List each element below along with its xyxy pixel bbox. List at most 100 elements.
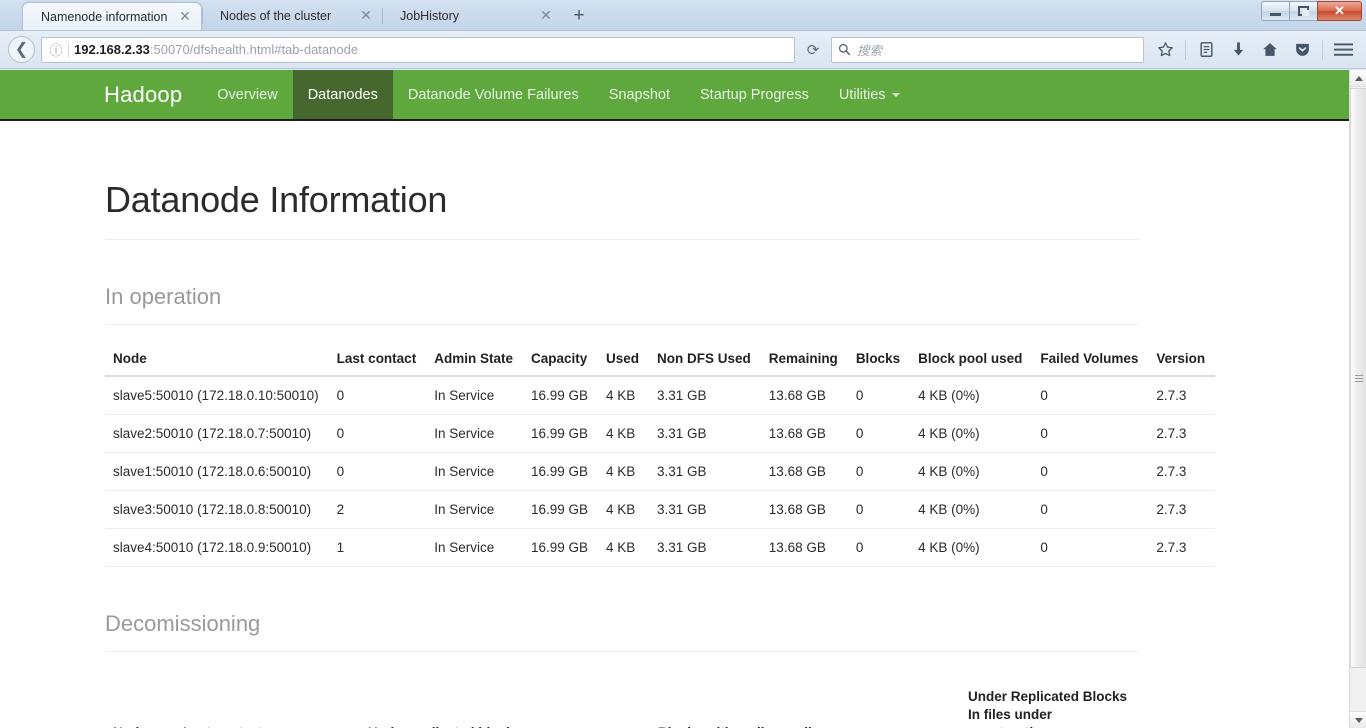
col-version: Version bbox=[1148, 343, 1216, 377]
new-tab-button[interactable]: + bbox=[566, 4, 592, 30]
decommissioning-table-head: Node Last contact Under replicated block… bbox=[105, 682, 1140, 728]
cell-blocks: 0 bbox=[847, 490, 911, 529]
menu-hamburger-icon[interactable] bbox=[1328, 36, 1358, 64]
minimize-icon bbox=[1270, 12, 1281, 16]
cell-admin-state: In Service bbox=[426, 452, 523, 491]
url-path: :50070/dfshealth.html#tab-datanode bbox=[149, 42, 359, 57]
table-row[interactable]: slave4:50010 (172.18.0.9:50010) 1 In Ser… bbox=[105, 528, 1216, 567]
toolbar-divider bbox=[1322, 39, 1323, 60]
up-arrow-icon bbox=[1354, 75, 1363, 81]
table-header-row: Node Last contact Admin State Capacity U… bbox=[105, 343, 1216, 377]
restore-icon bbox=[1298, 6, 1309, 16]
cell-admin-state: In Service bbox=[426, 376, 523, 415]
col-header-line1: Under Replicated Blocks bbox=[968, 689, 1128, 704]
col-under-replicated-blocks-in-files-under-construction: Under Replicated Blocks In files under c… bbox=[960, 682, 1140, 728]
cell-version: 2.7.3 bbox=[1148, 452, 1216, 491]
cell-block-pool-used: 4 KB (0%) bbox=[910, 490, 1033, 529]
col-used: Used bbox=[598, 343, 650, 377]
nav-item-datanode-volume-failures[interactable]: Datanode Volume Failures bbox=[393, 70, 594, 119]
col-node: Node bbox=[105, 682, 175, 728]
page-root: Hadoop Overview Datanodes Datanode Volum… bbox=[0, 70, 1350, 728]
cell-admin-state: In Service bbox=[426, 414, 523, 453]
cell-capacity: 16.99 GB bbox=[522, 528, 599, 567]
home-icon[interactable] bbox=[1255, 36, 1285, 64]
cell-version: 2.7.3 bbox=[1148, 490, 1216, 529]
window-controls: ✕ bbox=[1261, 1, 1362, 21]
reload-icon[interactable]: ⟳ bbox=[801, 38, 825, 62]
nav-item-datanodes[interactable]: Datanodes bbox=[292, 70, 393, 119]
cell-remaining: 13.68 GB bbox=[760, 414, 848, 453]
nav-item-snapshot[interactable]: Snapshot bbox=[594, 70, 685, 119]
browser-tab-2[interactable]: JobHistory ✕ bbox=[382, 2, 562, 30]
close-icon[interactable]: ✕ bbox=[177, 8, 193, 25]
site-info-icon[interactable]: ⓘ bbox=[46, 42, 66, 58]
library-icon[interactable] bbox=[1191, 36, 1221, 64]
minimize-button[interactable] bbox=[1261, 1, 1290, 21]
table-row[interactable]: slave1:50010 (172.18.0.6:50010) 0 In Ser… bbox=[105, 452, 1216, 491]
downloads-icon[interactable] bbox=[1223, 36, 1253, 64]
pocket-shield-icon[interactable] bbox=[1287, 36, 1317, 64]
table-row[interactable]: slave3:50010 (172.18.0.8:50010) 2 In Ser… bbox=[105, 490, 1216, 529]
nav-item-utilities[interactable]: Utilities bbox=[824, 70, 915, 119]
col-capacity: Capacity bbox=[522, 343, 599, 377]
table-row[interactable]: slave5:50010 (172.18.0.10:50010) 0 In Se… bbox=[105, 376, 1216, 415]
bookmark-star-icon[interactable] bbox=[1150, 36, 1180, 64]
col-node: Node bbox=[105, 343, 329, 377]
col-remaining: Remaining bbox=[760, 343, 848, 377]
tab-strip: Namenode information ✕ Nodes of the clus… bbox=[0, 0, 1366, 31]
restore-button[interactable] bbox=[1289, 1, 1318, 21]
url-divider bbox=[68, 41, 69, 58]
scroll-up-button[interactable] bbox=[1350, 70, 1366, 87]
decommissioning-table: Node Last contact Under replicated block… bbox=[105, 682, 1140, 728]
page-scrollbar[interactable] bbox=[1349, 70, 1366, 728]
cell-version: 2.7.3 bbox=[1148, 376, 1216, 415]
cell-used: 4 KB bbox=[598, 452, 650, 491]
nav-item-overview[interactable]: Overview bbox=[202, 70, 292, 119]
cell-non-dfs-used: 3.31 GB bbox=[649, 414, 761, 453]
chevron-down-icon bbox=[891, 92, 900, 97]
url-text: 192.168.2.33:50070/dfshealth.html#tab-da… bbox=[74, 42, 358, 57]
search-input[interactable]: 搜索 bbox=[857, 40, 882, 59]
cell-block-pool-used: 4 KB (0%) bbox=[910, 376, 1033, 415]
down-arrow-icon bbox=[1354, 717, 1363, 723]
cell-blocks: 0 bbox=[847, 376, 911, 415]
search-bar[interactable]: 搜索 bbox=[831, 36, 1144, 63]
cell-remaining: 13.68 GB bbox=[760, 490, 848, 529]
close-icon[interactable]: ✕ bbox=[358, 8, 374, 24]
cell-node: slave4:50010 (172.18.0.9:50010) bbox=[105, 528, 329, 567]
scroll-down-button[interactable] bbox=[1350, 711, 1366, 728]
url-host: 192.168.2.33 bbox=[74, 42, 150, 57]
nav-item-startup-progress[interactable]: Startup Progress bbox=[685, 70, 824, 119]
cell-blocks: 0 bbox=[847, 452, 911, 491]
hadoop-brand[interactable]: Hadoop bbox=[104, 70, 202, 119]
browser-tab-0[interactable]: Namenode information ✕ bbox=[22, 2, 202, 30]
browser-toolbar: ❮ ⓘ 192.168.2.33:50070/dfshealth.html#ta… bbox=[0, 31, 1366, 69]
cell-used: 4 KB bbox=[598, 490, 650, 529]
cell-block-pool-used: 4 KB (0%) bbox=[910, 452, 1033, 491]
back-button[interactable]: ❮ bbox=[8, 36, 35, 63]
address-bar[interactable]: ⓘ 192.168.2.33:50070/dfshealth.html#tab-… bbox=[41, 36, 795, 63]
cell-remaining: 13.68 GB bbox=[760, 376, 848, 415]
close-icon[interactable]: ✕ bbox=[538, 8, 554, 24]
hadoop-navbar-inner: Hadoop Overview Datanodes Datanode Volum… bbox=[104, 70, 915, 119]
browser-tab-title: Nodes of the cluster bbox=[220, 9, 332, 23]
browser-tab-1[interactable]: Nodes of the cluster ✕ bbox=[202, 2, 382, 30]
table-header-row: Node Last contact Under replicated block… bbox=[105, 682, 1140, 728]
browser-window: Namenode information ✕ Nodes of the clus… bbox=[0, 0, 1366, 728]
datanodes-table-body: slave5:50010 (172.18.0.10:50010) 0 In Se… bbox=[105, 376, 1216, 567]
section-title-decommissioning: Decomissioning bbox=[105, 611, 1140, 652]
table-row[interactable]: slave2:50010 (172.18.0.7:50010) 0 In Ser… bbox=[105, 414, 1216, 453]
cell-last-contact: 2 bbox=[328, 490, 427, 529]
scrollbar-thumb[interactable] bbox=[1350, 88, 1366, 668]
cell-non-dfs-used: 3.31 GB bbox=[649, 376, 761, 415]
close-window-button[interactable]: ✕ bbox=[1317, 1, 1362, 21]
cell-non-dfs-used: 3.31 GB bbox=[649, 528, 761, 567]
toolbar-icons bbox=[1150, 36, 1358, 64]
datanodes-table-head: Node Last contact Admin State Capacity U… bbox=[105, 343, 1216, 377]
cell-non-dfs-used: 3.31 GB bbox=[649, 490, 761, 529]
cell-version: 2.7.3 bbox=[1148, 528, 1216, 567]
cell-last-contact: 0 bbox=[328, 376, 427, 415]
cell-capacity: 16.99 GB bbox=[522, 452, 599, 491]
cell-failed-volumes: 0 bbox=[1032, 490, 1149, 529]
col-admin-state: Admin State bbox=[426, 343, 523, 377]
